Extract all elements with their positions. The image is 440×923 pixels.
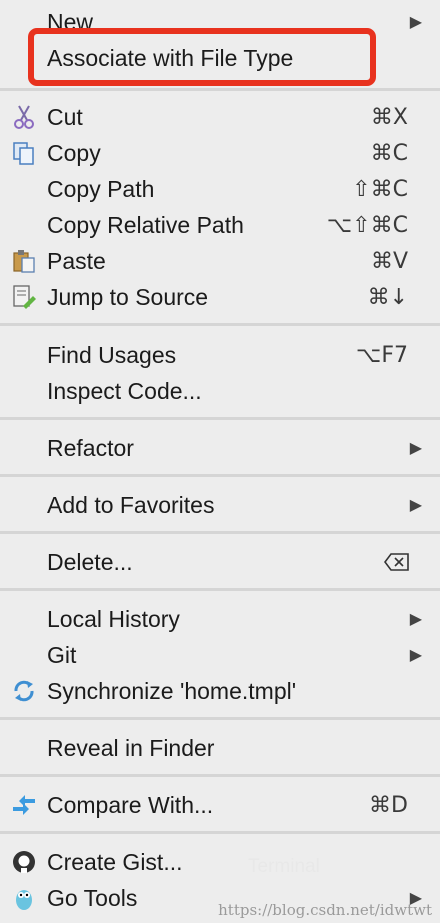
menu-item-shortcut: ⌘D: [369, 792, 408, 818]
paste-icon: [10, 247, 38, 275]
menu-item-label: Copy: [47, 139, 101, 166]
menu-item-reveal-in-finder[interactable]: Reveal in Finder: [0, 730, 440, 766]
menu-item-label: Create Gist...: [47, 848, 183, 875]
menu-separator: [0, 474, 440, 477]
menu-item-label: Find Usages: [47, 341, 177, 368]
submenu-arrow-icon: ▶: [409, 497, 422, 514]
menu-separator: [0, 717, 440, 720]
menu-item-inspect-code[interactable]: Inspect Code...: [0, 373, 440, 409]
menu-separator: [0, 417, 440, 420]
menu-item-git[interactable]: Git ▶: [0, 637, 440, 673]
menu-item-label: Copy Path: [47, 175, 155, 202]
menu-item-label: Add to Favorites: [47, 491, 215, 518]
menu-separator: [0, 531, 440, 534]
menu-item-label: Jump to Source: [47, 283, 209, 310]
highlight-annotation: [28, 28, 376, 86]
menu-item-copy-relative-path[interactable]: Copy Relative Path ⌥⇧⌘C: [0, 207, 440, 243]
submenu-arrow-icon: ▶: [409, 647, 422, 664]
menu-item-label: Copy Relative Path: [47, 211, 244, 238]
menu-item-shortcut: ⌘V: [370, 248, 408, 274]
menu-item-refactor[interactable]: Refactor ▶: [0, 430, 440, 466]
menu-item-label: Go Tools: [47, 884, 138, 911]
menu-item-label: Local History: [47, 605, 180, 632]
menu-separator: [0, 323, 440, 326]
menu-item-add-to-favorites[interactable]: Add to Favorites ▶: [0, 487, 440, 523]
menu-separator: [0, 88, 440, 91]
menu-item-synchronize[interactable]: Synchronize 'home.tmpl': [0, 673, 440, 709]
gopher-icon: [10, 884, 38, 912]
menu-item-label: Cut: [47, 103, 83, 130]
menu-item-label: Synchronize 'home.tmpl': [47, 677, 297, 704]
menu-item-create-gist[interactable]: Create Gist...: [0, 844, 440, 880]
jump-to-source-icon: [10, 283, 38, 311]
menu-item-delete[interactable]: Delete...: [0, 544, 440, 580]
menu-separator: [0, 774, 440, 777]
github-icon: [10, 848, 38, 876]
menu-item-compare-with[interactable]: Compare With... ⌘D: [0, 787, 440, 823]
copy-icon: [10, 139, 38, 167]
menu-item-jump-to-source[interactable]: Jump to Source ⌘↓: [0, 279, 440, 315]
sync-icon: [10, 677, 38, 705]
menu-separator: [0, 588, 440, 591]
delete-key-icon: [384, 552, 410, 578]
menu-item-label: Compare With...: [47, 791, 214, 818]
menu-item-local-history[interactable]: Local History ▶: [0, 601, 440, 637]
menu-item-label: Git: [47, 641, 77, 668]
submenu-arrow-icon: ▶: [409, 440, 422, 457]
submenu-arrow-icon: ▶: [409, 14, 422, 31]
menu-item-copy-path[interactable]: Copy Path ⇧⌘C: [0, 171, 440, 207]
menu-item-shortcut: ⌥F7: [355, 342, 408, 368]
menu-item-label: Paste: [47, 247, 106, 274]
menu-item-shortcut: ⌘X: [370, 104, 408, 130]
menu-item-shortcut: ⌘↓: [367, 284, 408, 310]
menu-item-copy[interactable]: Copy ⌘C: [0, 135, 440, 171]
menu-item-label: Reveal in Finder: [47, 734, 215, 761]
menu-item-shortcut: ⌘C: [370, 140, 408, 166]
menu-item-label: Refactor: [47, 434, 134, 461]
menu-item-cut[interactable]: Cut ⌘X: [0, 99, 440, 135]
menu-separator: [0, 831, 440, 834]
menu-item-find-usages[interactable]: Find Usages ⌥F7: [0, 337, 440, 373]
watermark: https://blog.csdn.net/idwtwt: [218, 901, 432, 919]
context-menu: New ▶ Associate with File Type Cut ⌘X Co…: [0, 0, 440, 923]
menu-item-paste[interactable]: Paste ⌘V: [0, 243, 440, 279]
menu-item-shortcut: ⇧⌘C: [352, 176, 408, 202]
menu-item-label: Inspect Code...: [47, 377, 202, 404]
menu-item-label: Delete...: [47, 548, 133, 575]
submenu-arrow-icon: ▶: [409, 611, 422, 628]
scissors-icon: [10, 103, 38, 131]
menu-item-shortcut: ⌥⇧⌘C: [326, 212, 408, 238]
compare-icon: [10, 791, 38, 819]
